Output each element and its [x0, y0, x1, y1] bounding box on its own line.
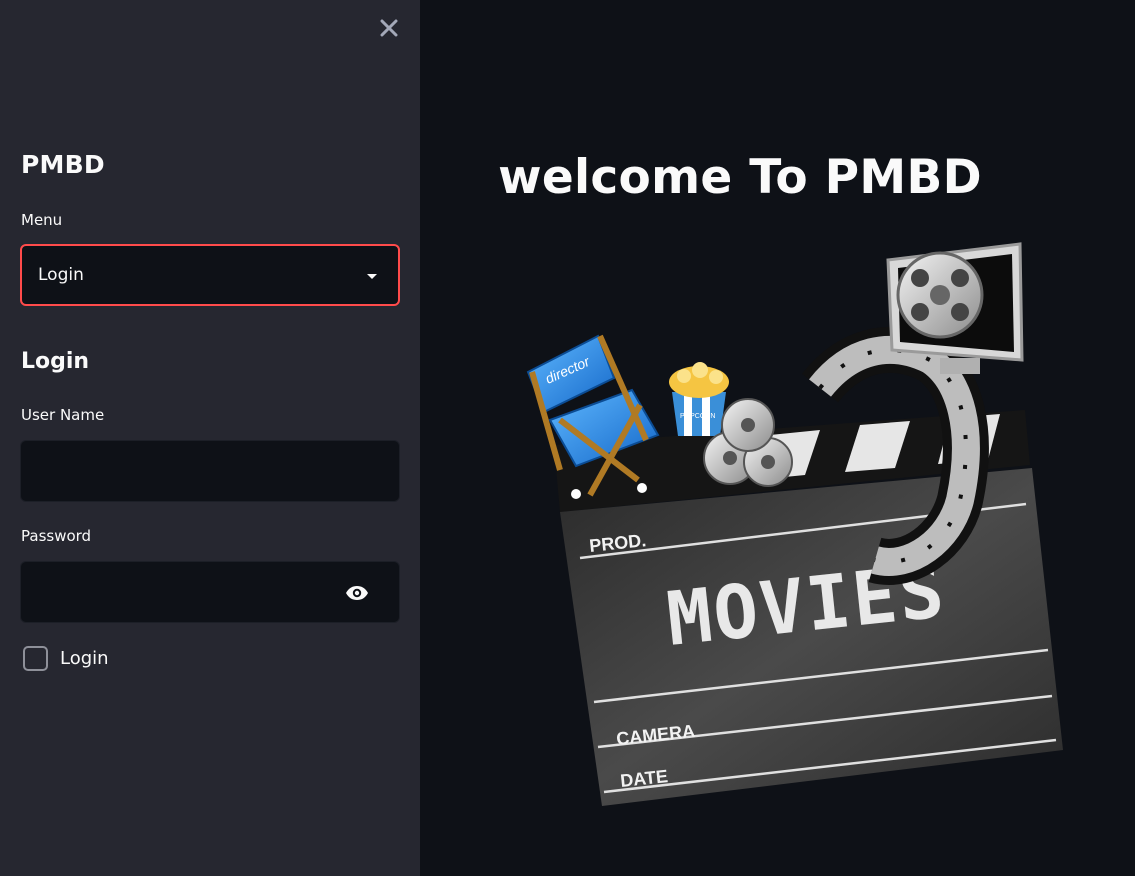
movies-clapperboard-image: PROD. MOVIES CAMERA DATE director POPCOR…	[526, 242, 1063, 806]
password-field	[20, 561, 400, 623]
clapper-board: PROD. MOVIES CAMERA DATE	[560, 468, 1063, 806]
app-root: PMBD Menu Login Login User Name Password	[0, 0, 1135, 876]
caret-down-icon	[367, 274, 377, 279]
page-title: welcome To PMBD	[498, 150, 982, 205]
close-sidebar-button[interactable]	[376, 15, 402, 41]
sidebar: PMBD Menu Login Login User Name Password	[0, 0, 420, 876]
close-icon	[380, 19, 398, 37]
login-checkbox-row[interactable]: Login	[23, 646, 109, 671]
menu-select[interactable]: Login	[20, 244, 400, 306]
username-input[interactable]	[21, 441, 399, 501]
login-subheader: Login	[21, 349, 90, 374]
password-label: Password	[21, 527, 92, 545]
sidebar-title: PMBD	[21, 150, 105, 179]
eye-icon	[346, 586, 368, 600]
popcorn-icon: POPCORN	[669, 362, 729, 436]
login-checkbox-label: Login	[60, 648, 109, 669]
username-field	[20, 440, 400, 502]
menu-label: Menu	[21, 211, 63, 229]
login-checkbox[interactable]	[23, 646, 48, 671]
popcorn-label: POPCORN	[680, 413, 715, 420]
show-password-button[interactable]	[343, 582, 371, 604]
username-label: User Name	[21, 406, 105, 424]
menu-select-value: Login	[38, 265, 84, 285]
